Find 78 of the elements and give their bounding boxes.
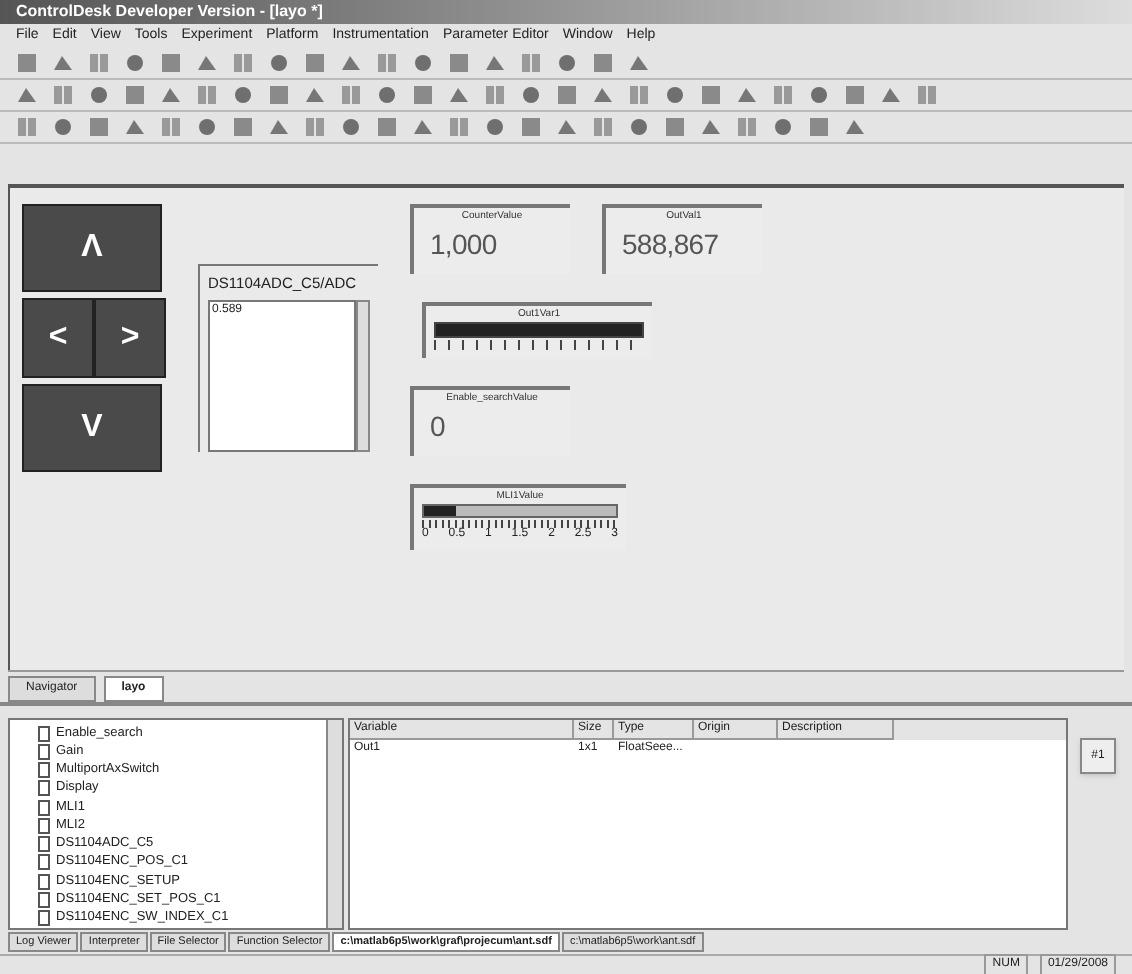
toolbar-icon[interactable] — [124, 52, 146, 74]
toolbar-icon[interactable] — [304, 116, 326, 138]
toolbar-icon[interactable] — [124, 116, 146, 138]
toolbar-icon[interactable] — [88, 116, 110, 138]
numeric-display: 588,867 — [620, 226, 721, 264]
arrow-button[interactable]: V — [22, 384, 162, 472]
scroll-bar[interactable] — [326, 720, 342, 928]
toolbar-icon[interactable] — [52, 116, 74, 138]
toolbar-icon[interactable] — [628, 52, 650, 74]
toolbar-icon[interactable] — [556, 84, 578, 106]
toolbar-icon[interactable] — [196, 84, 218, 106]
toolbar-icon[interactable] — [844, 116, 866, 138]
toolbar-icon[interactable] — [412, 84, 434, 106]
toolbar-icon[interactable] — [304, 84, 326, 106]
toolbar-icon[interactable] — [736, 84, 758, 106]
toolbar-icon[interactable] — [556, 116, 578, 138]
toolbar-icon[interactable] — [520, 52, 542, 74]
toolbar-icon[interactable] — [808, 116, 830, 138]
toolbar-icon[interactable] — [484, 84, 506, 106]
toolbar-icon[interactable] — [16, 116, 38, 138]
toolbar-icon[interactable] — [844, 84, 866, 106]
toolbar-icon[interactable] — [664, 116, 686, 138]
toolbar-icon[interactable] — [196, 52, 218, 74]
toolbar-icon[interactable] — [412, 116, 434, 138]
arrow-button[interactable]: > — [94, 298, 166, 378]
toolbar-icon[interactable] — [700, 84, 722, 106]
toolbar-icon[interactable] — [376, 116, 398, 138]
toolbar-icon[interactable] — [268, 116, 290, 138]
toolbar-icon[interactable] — [196, 116, 218, 138]
toolbar-icon[interactable] — [628, 84, 650, 106]
toolbar-icon[interactable] — [664, 84, 686, 106]
toolbar-icon[interactable] — [88, 52, 110, 74]
toolbar-icon[interactable] — [340, 52, 362, 74]
arrow-button[interactable]: < — [22, 298, 94, 378]
numeric-display: 1,000 — [428, 226, 499, 264]
toolbar-icon[interactable] — [520, 84, 542, 106]
toolbar-icon[interactable] — [16, 52, 38, 74]
toolbar-icon[interactable] — [448, 52, 470, 74]
toolbar-icon[interactable] — [52, 52, 74, 74]
toolbar-icon[interactable] — [772, 116, 794, 138]
toolbar-icon[interactable] — [340, 116, 362, 138]
toolbar-icon[interactable] — [772, 84, 794, 106]
toolbar-icon[interactable] — [268, 52, 290, 74]
toolbar-icon[interactable] — [880, 84, 902, 106]
toolbar-icon[interactable] — [340, 84, 362, 106]
toolbar-icon[interactable] — [520, 116, 542, 138]
toolbar-icon[interactable] — [124, 84, 146, 106]
toolbar-icon[interactable] — [160, 84, 182, 106]
toolbar-icon[interactable] — [52, 84, 74, 106]
toolbar-icon[interactable] — [16, 84, 38, 106]
toolbar-icon[interactable] — [376, 84, 398, 106]
toolbar-icon[interactable] — [592, 52, 614, 74]
toolbar-icon[interactable] — [304, 52, 326, 74]
toolbar-icon[interactable] — [700, 116, 722, 138]
toolbar-icon[interactable] — [232, 52, 254, 74]
toolbar-icon[interactable] — [88, 84, 110, 106]
toolbar-icon[interactable] — [916, 84, 938, 106]
toolbar-icon[interactable] — [232, 116, 254, 138]
title-bar: ControlDesk Developer Version - [layo *] — [0, 0, 1132, 24]
toolbar-icon[interactable] — [736, 116, 758, 138]
toolbar-icon[interactable] — [556, 52, 578, 74]
toolbar-icon[interactable] — [448, 116, 470, 138]
toolbar-icon[interactable] — [592, 116, 614, 138]
toolbar-icon[interactable] — [160, 52, 182, 74]
arrow-button[interactable]: Λ — [22, 204, 162, 292]
toolbar-icon[interactable] — [484, 52, 506, 74]
toolbar-icon[interactable] — [232, 84, 254, 106]
toolbar-icon[interactable] — [628, 116, 650, 138]
toolbar-icon[interactable] — [268, 84, 290, 106]
toolbar-icon[interactable] — [808, 84, 830, 106]
numeric-display: 0 — [428, 408, 448, 446]
toolbar-icon[interactable] — [484, 116, 506, 138]
toolbar-icon[interactable] — [376, 52, 398, 74]
toolbar-icon[interactable] — [448, 84, 470, 106]
toolbar-icon[interactable] — [412, 52, 434, 74]
toolbar-icon[interactable] — [160, 116, 182, 138]
toolbar-icon[interactable] — [592, 84, 614, 106]
scroll-bar[interactable] — [356, 300, 370, 452]
